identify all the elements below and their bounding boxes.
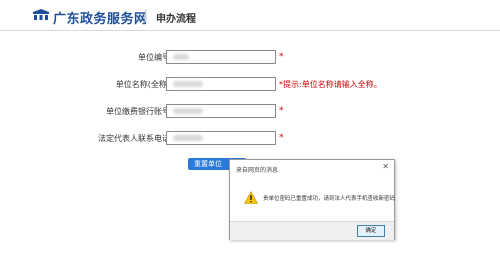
redacted-value [173,54,189,60]
alert-dialog: 来自网页的消息 ✕ 贵单位密码已重置成功，请到法人代表手机查收新密码 确定 [229,159,395,240]
required-marker: * [279,133,284,143]
dialog-body: 贵单位密码已重置成功，请到法人代表手机查收新密码 [230,177,396,221]
redacted-value [173,108,203,114]
form-row-legal-rep-phone: 法定代表人联系电话 * [0,131,500,145]
unit-name-input[interactable] [166,77,276,91]
dialog-footer: 确定 [230,221,394,240]
dialog-message: 贵单位密码已重置成功，请到法人代表手机查收新密码 [263,196,396,202]
site-header: 广东政务服务网 申办流程 [0,0,500,31]
form-row-bank-account: 单位缴费银行账号 * [0,104,500,118]
required-marker: * [279,106,284,116]
close-icon[interactable]: ✕ [382,162,389,171]
header-divider [145,9,146,22]
legal-rep-phone-label: 法定代表人联系电话 [98,134,170,143]
warning-icon [244,191,258,204]
dialog-title: 来自网页的消息 [236,167,279,174]
unit-name-hint: *提示:单位名称请输入全称。 [279,80,382,89]
legal-rep-phone-input[interactable] [166,131,276,145]
unit-number-input[interactable] [166,50,276,64]
redacted-value [173,81,203,87]
form-row-unit-name: 单位名称(全称) *提示:单位名称请输入全称。 [0,77,500,91]
gov-logo-icon [33,9,49,20]
ok-button[interactable]: 确定 [357,225,385,237]
bank-account-label: 单位缴费银行账号 [106,107,170,116]
unit-name-label: 单位名称(全称) [115,80,170,89]
form-row-unit-number: 单位编号 * [0,50,500,64]
page-title: 申办流程 [156,14,196,25]
redacted-value [173,135,203,141]
site-name[interactable]: 广东政务服务网 [53,8,148,27]
required-marker: * [279,52,284,62]
bank-account-input[interactable] [166,104,276,118]
